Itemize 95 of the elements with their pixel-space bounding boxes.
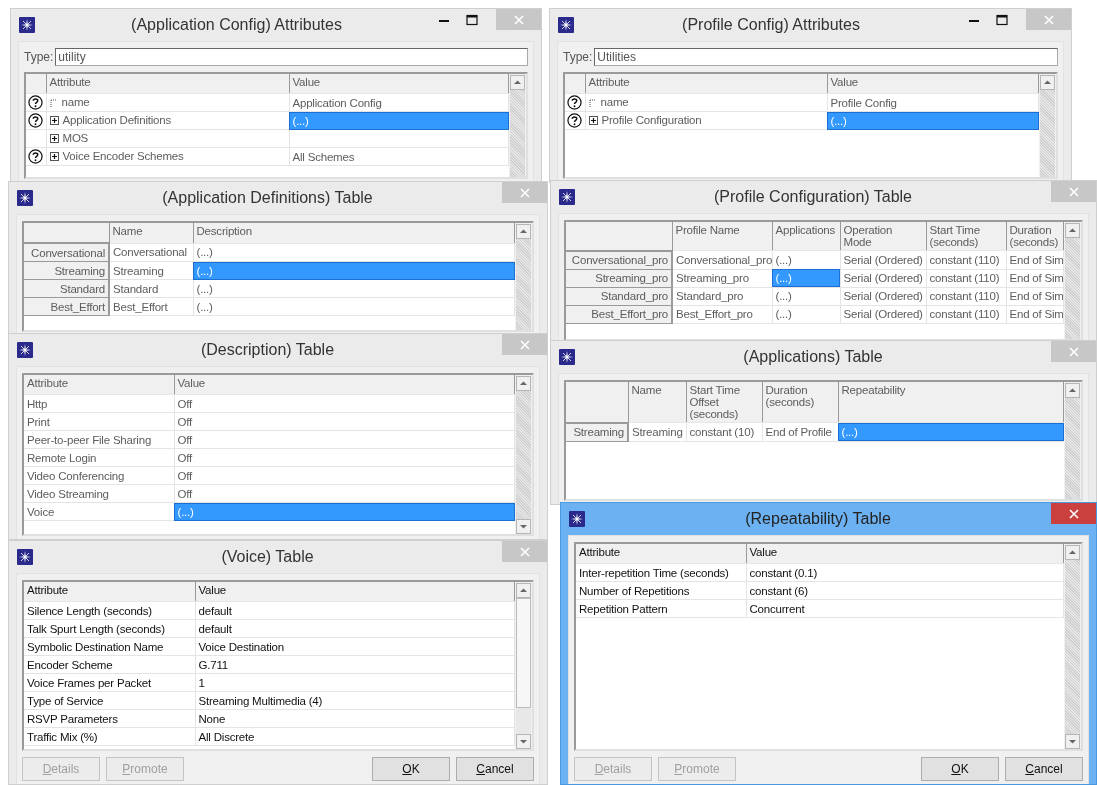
scroll-up-icon[interactable]	[1065, 223, 1080, 238]
tree-line-icon	[49, 97, 58, 107]
attribute-name: RSVP Parameters	[24, 709, 195, 728]
value-cell[interactable]: default	[195, 619, 515, 638]
close-icon	[1043, 14, 1054, 25]
attribute-name: Symbolic Destination Name	[24, 637, 195, 656]
dialog-button[interactable]: Cancel	[456, 757, 534, 781]
scroll-up-icon[interactable]	[1065, 545, 1080, 560]
attribute-name: Talk Spurt Length (seconds)	[24, 619, 195, 638]
attribute-name: MOS	[62, 132, 89, 145]
column-header[interactable]: Attribute	[576, 544, 746, 564]
expand-icon[interactable]	[49, 151, 59, 161]
value-cell[interactable]: 1	[195, 673, 515, 692]
scroll-bar[interactable]	[1039, 74, 1056, 177]
attribute-name: Video Streaming	[24, 484, 174, 503]
close-icon	[519, 187, 530, 198]
column-header[interactable]: Value	[195, 582, 515, 602]
scroll-bar[interactable]	[1064, 382, 1081, 499]
value-cell[interactable]: Streaming Multimedia (4)	[195, 691, 515, 710]
value-cell[interactable]: All Discrete	[195, 727, 515, 746]
scroll-down-icon[interactable]	[516, 734, 531, 749]
scroll-bar[interactable]	[1064, 544, 1081, 749]
scroll-thumb[interactable]	[516, 598, 531, 708]
close-icon	[1068, 508, 1079, 519]
column-header[interactable]: Value	[746, 544, 1064, 564]
expand-icon[interactable]	[49, 115, 59, 125]
scroll-bar[interactable]	[515, 582, 532, 749]
dialog-button[interactable]: Cancel	[1005, 757, 1083, 781]
app-icon	[17, 341, 33, 358]
app-icon	[17, 548, 33, 565]
scroll-bar[interactable]	[515, 375, 532, 534]
attribute-name: Voice Frames per Packet	[24, 673, 195, 692]
close-icon	[519, 339, 530, 350]
attribute-name: name	[600, 96, 629, 108]
window-title: (Voice) Table	[220, 547, 315, 566]
attribute-name: Http	[24, 394, 174, 413]
expand-icon[interactable]	[588, 115, 598, 125]
window-title: (Profile Config) Attributes	[681, 15, 861, 34]
attribute-name: Remote Login	[24, 448, 174, 467]
attribute-name: Inter-repetition Time (seconds)	[576, 563, 746, 582]
window-title: (Application Definitions) Table	[161, 188, 374, 207]
attribute-name: Voice Encoder Schemes	[62, 150, 184, 163]
attribute-name: Application Definitions	[62, 114, 172, 127]
app-icon	[559, 348, 575, 365]
value-cell[interactable]: constant (0.1)	[746, 563, 1064, 582]
window-title: (Applications) Table	[742, 347, 884, 366]
close-icon	[1068, 186, 1079, 197]
attribute-name: name	[61, 96, 90, 108]
attribute-name: Number of Repetitions	[576, 581, 746, 600]
close-icon	[513, 14, 524, 25]
value-cell[interactable]: Concurrent	[746, 599, 1064, 618]
value-cell[interactable]: constant (6)	[746, 581, 1064, 600]
scroll-up-icon[interactable]	[1040, 75, 1055, 90]
close-icon	[519, 546, 530, 557]
window-title: (Description) Table	[199, 340, 336, 359]
app-icon	[17, 189, 33, 206]
dialog-button[interactable]: OK	[372, 757, 450, 781]
value-cell[interactable]: default	[195, 601, 515, 620]
attribute-name: Silence Length (seconds)	[24, 601, 195, 620]
attribute-name: Print	[24, 412, 174, 431]
expand-icon[interactable]	[49, 133, 59, 143]
scroll-bar[interactable]	[509, 74, 526, 177]
scroll-down-icon[interactable]	[516, 519, 531, 534]
close-button[interactable]	[1051, 503, 1096, 524]
attribute-name: Peer-to-peer File Sharing	[24, 430, 174, 449]
app-icon	[569, 510, 585, 527]
app-icon	[19, 16, 35, 33]
scroll-up-icon[interactable]	[1065, 383, 1080, 398]
app-icon	[558, 16, 574, 33]
attribute-name: Profile Configuration	[601, 114, 702, 127]
scroll-bar[interactable]	[515, 223, 532, 330]
window-title: (Application Config) Attributes	[130, 15, 343, 34]
value-cell[interactable]: G.711	[195, 655, 515, 674]
tree-line-icon	[588, 97, 597, 107]
type-label: Type:	[24, 50, 54, 64]
type-label: Type:	[563, 50, 593, 64]
dialog-button[interactable]: OK	[921, 757, 999, 781]
window-title: (Profile Configuration) Table	[713, 187, 913, 206]
scroll-up-icon[interactable]	[516, 583, 531, 598]
scroll-bar[interactable]	[1064, 222, 1081, 339]
window-title: (Repeatability) Table	[744, 509, 892, 528]
column-header[interactable]: Attribute	[24, 582, 195, 602]
value-cell[interactable]: None	[195, 709, 515, 728]
value-cell[interactable]: Voice Destination	[195, 637, 515, 656]
attribute-name: Traffic Mix (%)	[24, 727, 195, 746]
attribute-name: Repetition Pattern	[576, 599, 746, 618]
scroll-down-icon[interactable]	[1065, 734, 1080, 749]
close-icon	[1068, 346, 1079, 357]
attribute-name: Video Conferencing	[24, 466, 174, 485]
app-icon	[559, 188, 575, 205]
scroll-up-icon[interactable]	[510, 75, 525, 90]
attribute-name: Encoder Scheme	[24, 655, 195, 674]
scroll-up-icon[interactable]	[516, 376, 531, 391]
scroll-up-icon[interactable]	[516, 224, 531, 239]
attribute-name: Type of Service	[24, 691, 195, 710]
